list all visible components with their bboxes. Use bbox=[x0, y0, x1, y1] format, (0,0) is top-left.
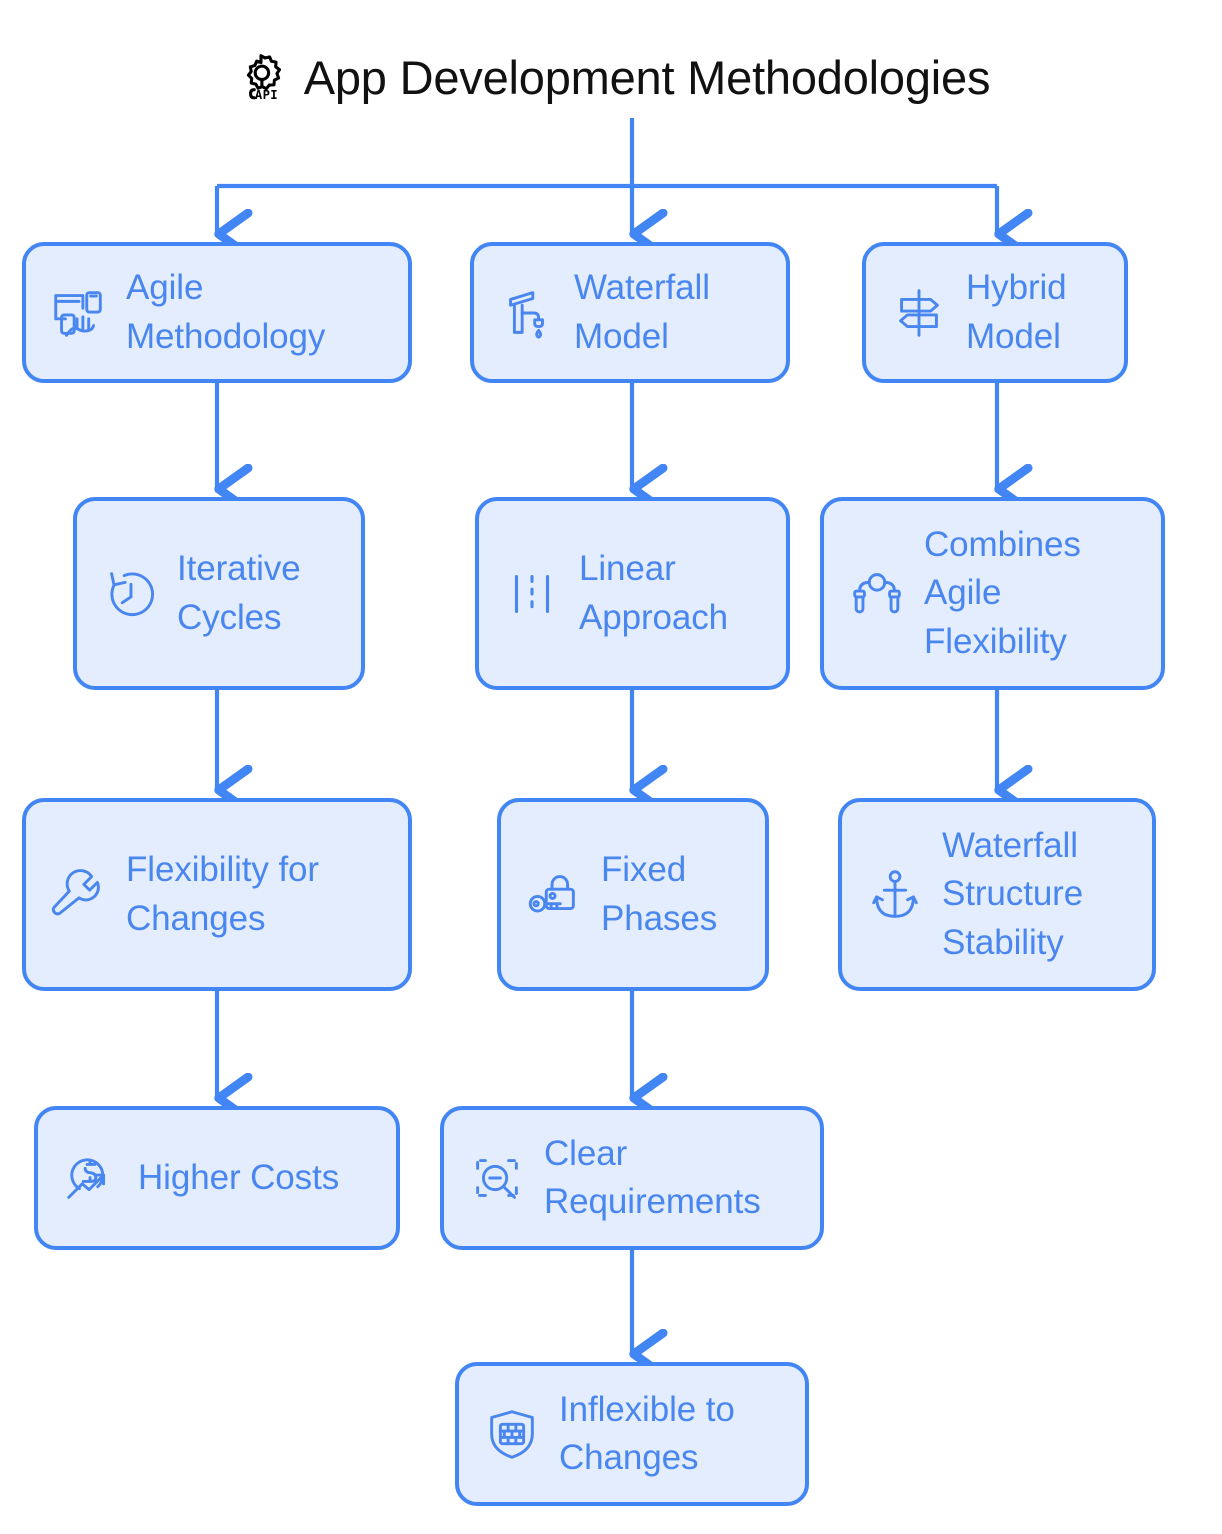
svg-text:API: API bbox=[255, 88, 278, 102]
node-iterative-cycles[interactable]: Iterative Cycles bbox=[73, 497, 365, 690]
api-gear-icon: API bbox=[246, 54, 281, 102]
wrench-icon bbox=[51, 868, 100, 915]
connector-lines bbox=[0, 118, 1222, 1534]
node-label: Fixed Phases bbox=[601, 850, 718, 938]
node-label: Flexibility for Changes bbox=[126, 850, 319, 938]
node-label: Combines Agile Flexibility bbox=[924, 525, 1081, 661]
zoom-out-selection-icon bbox=[476, 1159, 518, 1199]
node-inflexible-to-changes[interactable]: Inflexible to Changes bbox=[455, 1362, 809, 1506]
node-flexibility-for-changes[interactable]: Flexibility for Changes bbox=[22, 798, 412, 991]
node-clear-requirements[interactable]: Clear Requirements bbox=[440, 1106, 824, 1250]
node-label: Higher Costs bbox=[138, 1157, 340, 1197]
node-waterfall-structure-stability[interactable]: Waterfall Structure Stability bbox=[838, 798, 1156, 991]
jump-rope-icon bbox=[853, 572, 901, 613]
clock-rotate-icon bbox=[110, 571, 155, 616]
flowchart-canvas: API App Development Methodologies Agile … bbox=[0, 0, 1222, 1534]
node-label: Hybrid Model bbox=[966, 268, 1067, 356]
node-label: Clear Requirements bbox=[544, 1133, 761, 1221]
signpost-icon bbox=[899, 288, 939, 337]
page-title: API App Development Methodologies bbox=[0, 48, 1222, 106]
node-agile-methodology[interactable]: Agile Methodology bbox=[22, 242, 412, 383]
node-label: Waterfall Model bbox=[574, 268, 710, 356]
lane-lines-icon bbox=[514, 574, 550, 613]
node-higher-costs[interactable]: Higher Costs bbox=[34, 1106, 400, 1250]
node-fixed-phases[interactable]: Fixed Phases bbox=[497, 798, 769, 991]
node-label: Iterative Cycles bbox=[177, 549, 301, 637]
node-linear-approach[interactable]: Linear Approach bbox=[475, 497, 790, 690]
node-waterfall-model[interactable]: Waterfall Model bbox=[470, 242, 790, 383]
node-label: Waterfall Structure Stability bbox=[942, 826, 1084, 962]
faucet-drip-icon bbox=[509, 290, 544, 339]
lock-key-icon bbox=[528, 874, 575, 912]
devices-hand-icon bbox=[54, 290, 102, 337]
page-title-text: App Development Methodologies bbox=[303, 50, 991, 104]
node-label: Inflexible to Changes bbox=[559, 1389, 735, 1477]
node-label: Agile Methodology bbox=[126, 268, 326, 356]
node-combines-agile-flexibility[interactable]: Combines Agile Flexibility bbox=[820, 497, 1165, 690]
anchor-icon bbox=[872, 869, 918, 918]
node-label: Linear Approach bbox=[579, 549, 729, 637]
dollar-trend-up-icon bbox=[67, 1158, 106, 1199]
shield-wall-icon bbox=[490, 1410, 534, 1459]
node-hybrid-model[interactable]: Hybrid Model bbox=[862, 242, 1128, 383]
